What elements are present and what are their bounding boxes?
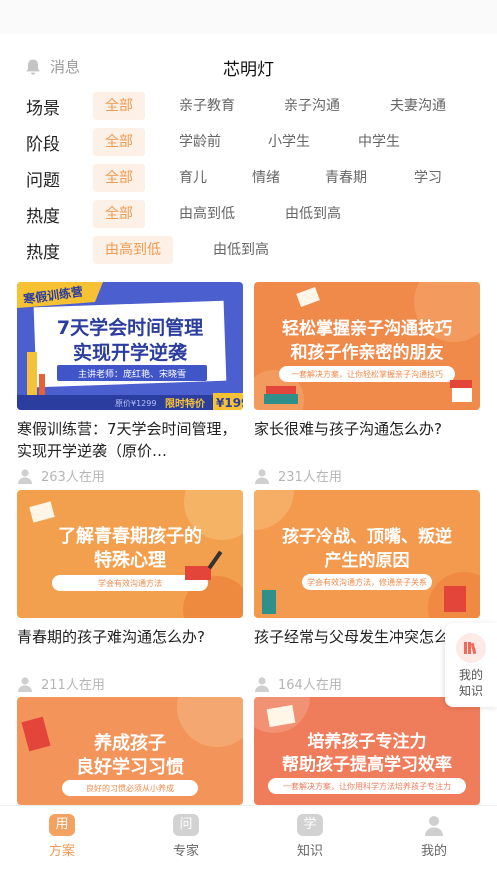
plan-card-usage: 263人在用 <box>17 466 243 485</box>
filter-stage-preschool[interactable]: 学龄前 <box>179 128 221 156</box>
filter-stage-all[interactable]: 全部 <box>93 128 145 156</box>
banner-line-1: 孩子冷战、顶嘴、叛逆 <box>282 526 452 547</box>
filter-problem-study[interactable]: 学习 <box>414 164 442 192</box>
banner-line-2: 帮助孩子提高学习效率 <box>282 754 452 775</box>
filter-row-scene: 场景 全部 亲子教育 亲子沟通 夫妻沟通 <box>0 92 497 120</box>
profile-icon <box>423 814 445 836</box>
banner-teacher: 主讲老师：庞红艳、宋晓雪 <box>78 368 186 380</box>
plan-card-title: 寒假训练营：7天学会时间管理，实现开学逆袭（原价… <box>17 420 237 460</box>
filter-heat-all[interactable]: 全部 <box>93 200 145 228</box>
status-bar <box>0 0 497 34</box>
banner-old-price: 原价¥1299 <box>115 399 156 408</box>
plan-card-banner: 孩子冷战、顶嘴、叛逆 产生的原因 学会有效沟通方法，修通亲子关系 <box>254 490 480 618</box>
plan-card-usage-count: 231人在用 <box>278 470 342 485</box>
user-icon <box>18 468 32 484</box>
top-bar: 消息 芯明灯 <box>0 48 497 86</box>
filter-row-heat-sort: 热度 由高到低 由低到高 <box>0 236 497 264</box>
filter-row-stage: 阶段 全部 学龄前 小学生 中学生 <box>0 128 497 156</box>
filter-heat-low-to-high[interactable]: 由低到高 <box>285 200 341 228</box>
filter-problem-all[interactable]: 全部 <box>93 164 145 192</box>
filter-row-problem: 问题 全部 育儿 情绪 青春期 学习 <box>0 164 497 192</box>
user-icon <box>255 468 269 484</box>
plan-card-usage-count: 263人在用 <box>41 470 105 485</box>
banner-line-2: 和孩子作亲密的朋友 <box>291 342 444 363</box>
my-knowledge-label-1: 我的 <box>458 668 483 682</box>
tab-mine[interactable]: 我的 <box>394 814 474 859</box>
banner-line-1: 轻松掌握亲子沟通技巧 <box>282 318 452 339</box>
tab-knowledge-label: 知识 <box>296 844 323 859</box>
banner-subtitle: 一套解决方案，让你轻松掌握亲子沟通技巧 <box>291 369 443 379</box>
filter-scene-couple-communication[interactable]: 夫妻沟通 <box>390 92 446 120</box>
tab-mine-label: 我的 <box>420 844 447 859</box>
filter-scene-parenting-education[interactable]: 亲子教育 <box>179 92 235 120</box>
plan-card[interactable]: 寒假训练营 7天学会时间管理 实现开学逆袭 主讲老师：庞红艳、宋晓雪 原价¥12… <box>17 282 243 485</box>
banner-subtitle: 良好的习惯必须从小养成 <box>86 783 174 793</box>
tab-knowledge[interactable]: 学 知识 <box>270 814 350 859</box>
banner-line-2: 产生的原因 <box>325 550 410 571</box>
filter-stage-primary[interactable]: 小学生 <box>268 128 310 156</box>
filter-problem-adolescence[interactable]: 青春期 <box>325 164 367 192</box>
page-title: 芯明灯 <box>223 60 274 80</box>
banner-line-1: 了解青春期孩子的 <box>58 525 202 547</box>
filter-problem-childcare[interactable]: 育儿 <box>179 164 207 192</box>
tab-plans[interactable]: 用 方案 <box>22 814 102 859</box>
plan-card[interactable]: 了解青春期孩子的 特殊心理 学会有效沟通方法 青春期的孩子难沟通怎么办? 211… <box>17 490 243 693</box>
banner-line-1: 培养孩子专注力 <box>308 731 427 752</box>
filter-label-stage: 阶段 <box>26 135 60 155</box>
experts-icon: 问 <box>173 814 199 836</box>
plan-card[interactable]: 轻松掌握亲子沟通技巧 和孩子作亲密的朋友 一套解决方案，让你轻松掌握亲子沟通技巧… <box>254 282 480 485</box>
banner-price-label: 限时特价 <box>165 397 206 410</box>
plan-card-banner: 培养孩子专注力 帮助孩子提高学习效率 一套解决方案，让你用科学方法培养孩子专注力 <box>254 697 480 805</box>
banner-subtitle: 一套解决方案，让你用科学方法培养孩子专注力 <box>283 781 451 791</box>
plan-card-usage-count: 164人在用 <box>278 678 342 693</box>
banner-line-1: 7天学会时间管理 <box>57 316 203 339</box>
filter-label-heat: 热度 <box>26 207 60 227</box>
plans-icon: 用 <box>49 814 75 836</box>
tab-plans-label: 方案 <box>48 844 75 859</box>
user-icon <box>255 676 269 692</box>
filter-label-problem: 问题 <box>26 171 60 191</box>
sort-low-to-high[interactable]: 由低到高 <box>213 236 269 264</box>
plan-card[interactable]: 养成孩子 良好学习习惯 良好的习惯必须从小养成 <box>17 697 243 805</box>
filter-problem-emotion[interactable]: 情绪 <box>252 164 280 192</box>
plan-card-usage: 231人在用 <box>254 466 480 485</box>
plan-card-banner: 寒假训练营 7天学会时间管理 实现开学逆袭 主讲老师：庞红艳、宋晓雪 原价¥12… <box>17 282 243 410</box>
banner-subtitle: 学会有效沟通方法，修通亲子关系 <box>307 577 427 587</box>
filter-label-scene: 场景 <box>26 99 60 119</box>
plan-card-banner: 轻松掌握亲子沟通技巧 和孩子作亲密的朋友 一套解决方案，让你轻松掌握亲子沟通技巧 <box>254 282 480 410</box>
filter-row-heat: 热度 全部 由高到低 由低到高 <box>0 200 497 228</box>
plan-card-banner: 了解青春期孩子的 特殊心理 学会有效沟通方法 <box>17 490 243 618</box>
filter-label-heat-sort: 热度 <box>26 243 60 263</box>
plan-card[interactable]: 培养孩子专注力 帮助孩子提高学习效率 一套解决方案，让你用科学方法培养孩子专注力 <box>254 697 480 805</box>
plan-card-banner: 养成孩子 良好学习习惯 良好的习惯必须从小养成 <box>17 697 243 805</box>
filter-scene-all[interactable]: 全部 <box>93 92 145 120</box>
filter-stage-middle-school[interactable]: 中学生 <box>358 128 400 156</box>
plan-card-usage: 211人在用 <box>17 674 243 693</box>
my-knowledge-label-2: 知识 <box>458 684 483 698</box>
banner-line-2: 实现开学逆袭 <box>73 341 188 364</box>
banner-line-2: 良好学习习惯 <box>76 756 184 778</box>
banner-subtitle: 学会有效沟通方法 <box>98 578 162 588</box>
user-icon <box>18 676 32 692</box>
filter-scene-parent-child-communication[interactable]: 亲子沟通 <box>284 92 340 120</box>
banner-line-2: 特殊心理 <box>94 549 166 571</box>
filter-heat-high-to-low[interactable]: 由高到低 <box>179 200 235 228</box>
sort-high-to-low[interactable]: 由高到低 <box>93 236 173 264</box>
plan-card-title: 家长很难与孩子沟通怎么办? <box>254 420 442 438</box>
tab-experts-label: 专家 <box>172 844 199 859</box>
bottom-tab-bar: 用 方案 问 专家 学 知识 我的 <box>0 805 497 883</box>
knowledge-icon: 学 <box>297 814 323 836</box>
my-knowledge-button[interactable]: 我的 知识 <box>445 623 497 707</box>
banner-line-1: 养成孩子 <box>93 732 166 754</box>
plan-card-title: 青春期的孩子难沟通怎么办? <box>17 628 205 646</box>
plan-card-usage-count: 211人在用 <box>41 678 105 693</box>
banner-price: ¥199 <box>216 396 243 410</box>
books-icon <box>456 633 486 663</box>
tab-experts[interactable]: 问 专家 <box>146 814 226 859</box>
